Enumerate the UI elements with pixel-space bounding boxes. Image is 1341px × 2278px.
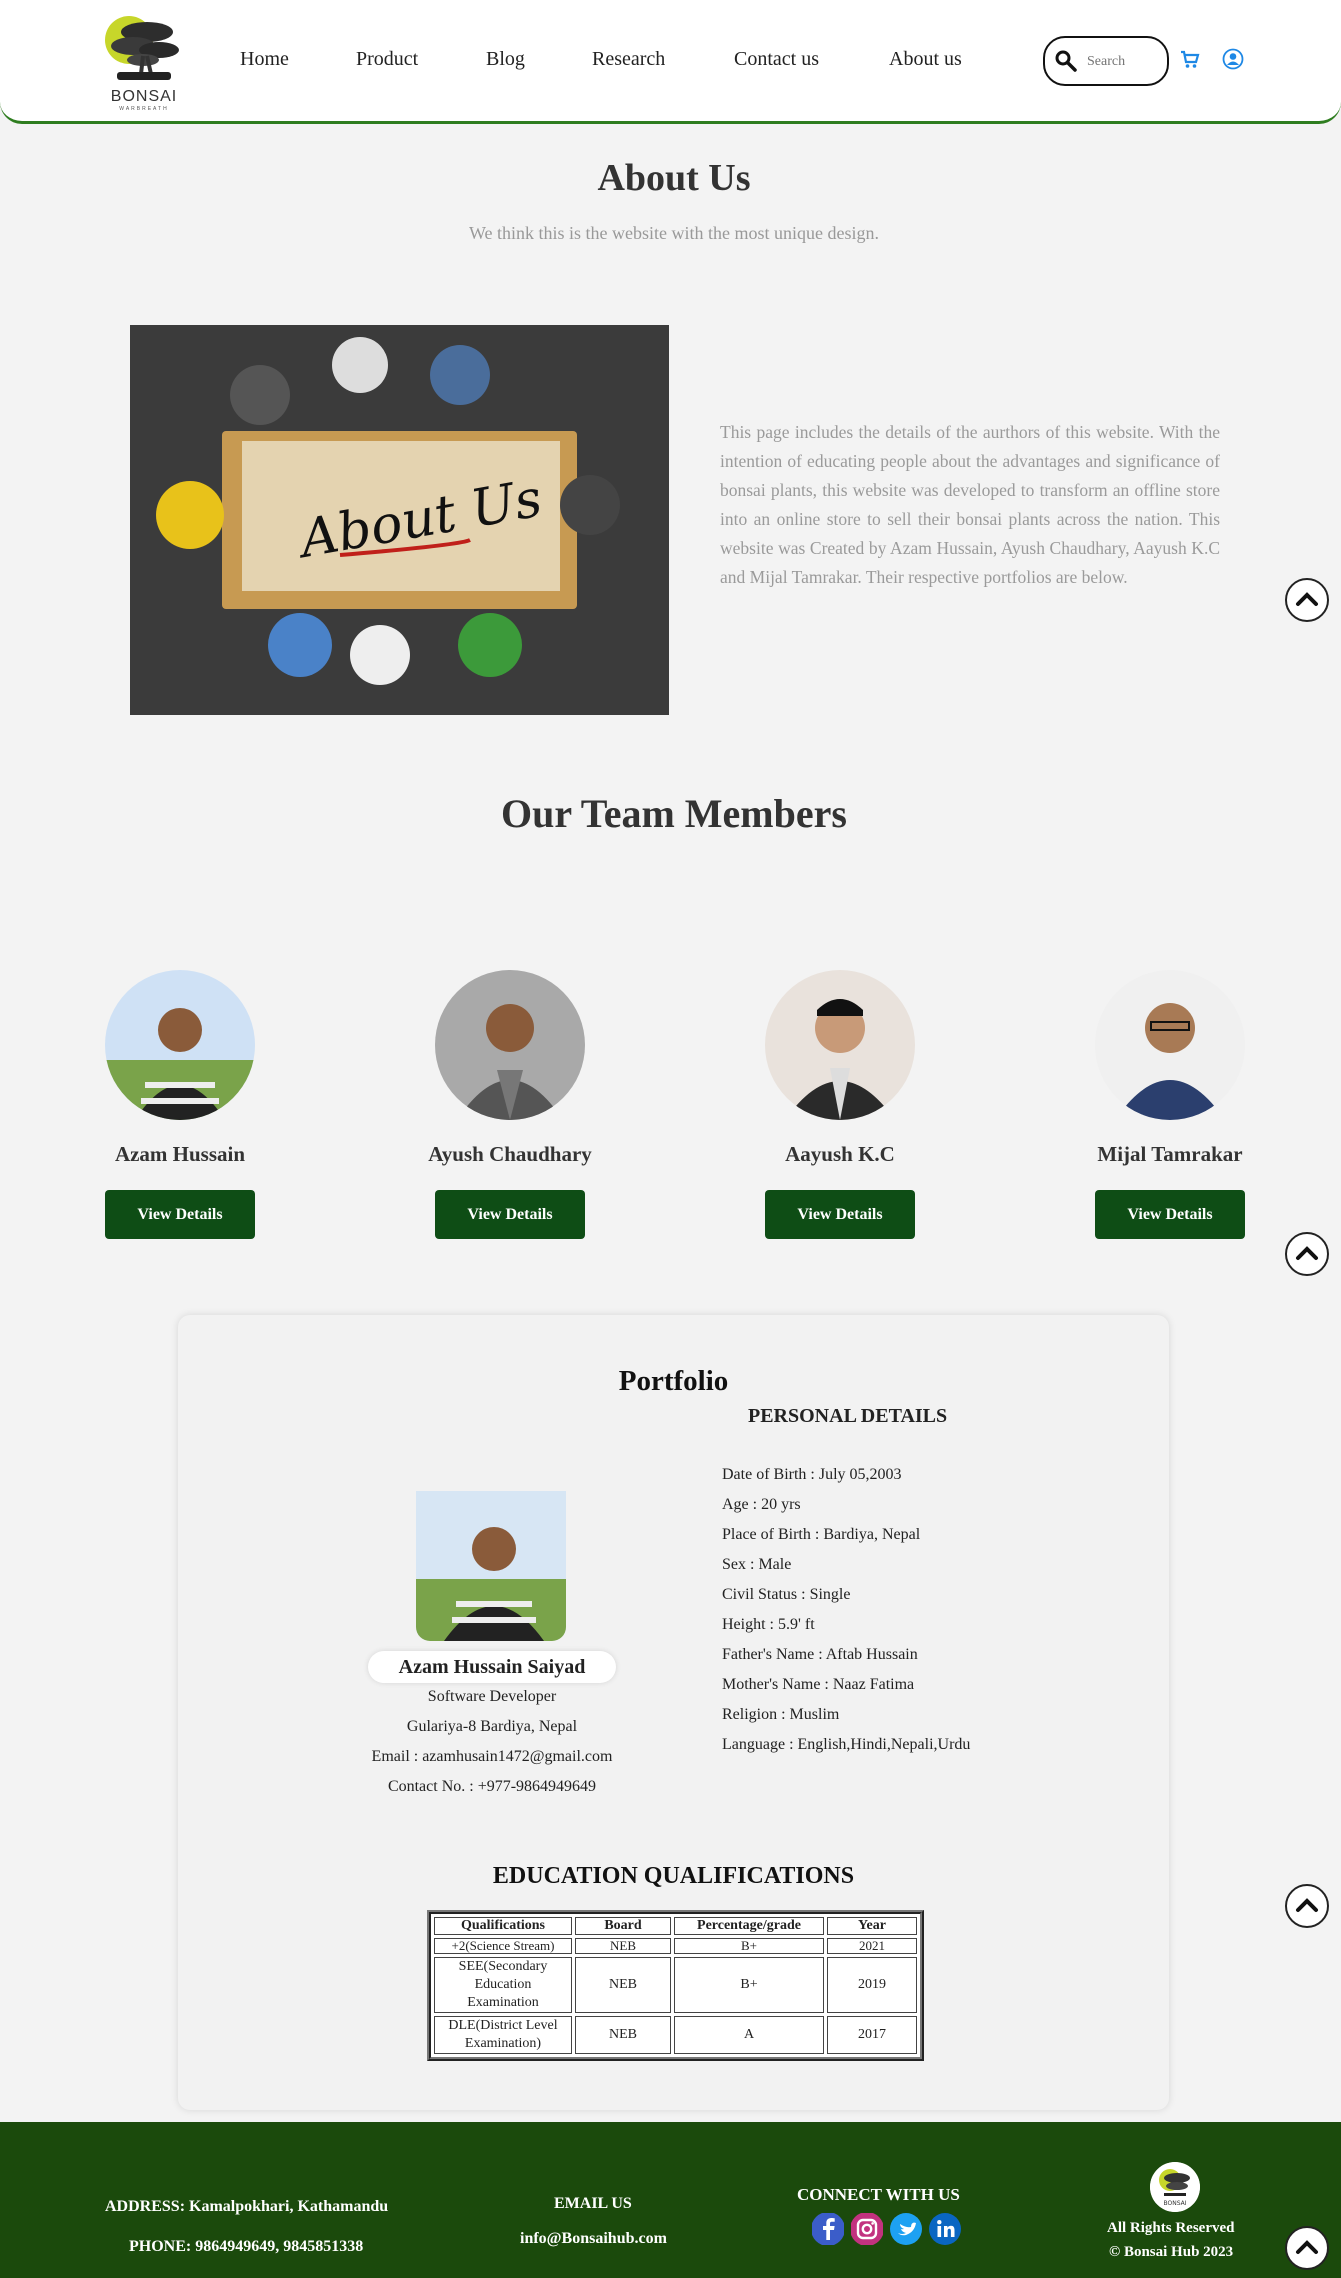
table-cell: 2019	[827, 1957, 917, 2013]
table-row: DLE(District Level Examination) NEB A 20…	[434, 2016, 917, 2054]
facebook-icon[interactable]	[811, 2212, 845, 2246]
portfolio-email: Email : azamhusain1472@gmail.com	[371, 1748, 613, 1765]
chevron-up-icon	[1296, 1898, 1318, 1912]
personal-detail: Sex : Male	[722, 1556, 792, 1573]
footer-email[interactable]: info@Bonsaihub.com	[520, 2230, 667, 2248]
member-name: Mijal Tamrakar	[1097, 1142, 1243, 1166]
view-details-button[interactable]: View Details	[1095, 1190, 1245, 1239]
footer-phone: PHONE: 9864949649, 9845851338	[129, 2238, 364, 2255]
education-table: Qualifications Board Percentage/grade Ye…	[427, 1910, 924, 2061]
personal-detail: Religion : Muslim	[722, 1706, 840, 1723]
chevron-up-icon	[1296, 1246, 1318, 1260]
portfolio-photo	[416, 1491, 566, 1641]
footer-connect-heading: CONNECT WITH US	[797, 2185, 960, 2204]
table-cell: A	[674, 2016, 824, 2054]
scroll-top-button[interactable]	[1285, 2226, 1329, 2270]
brand-name: BONSAI	[110, 88, 178, 105]
personal-detail: Father's Name : Aftab Hussain	[722, 1646, 918, 1663]
avatar	[765, 970, 915, 1120]
view-details-button[interactable]: View Details	[765, 1190, 915, 1239]
table-row: +2(Science Stream) NEB B+ 2021	[434, 1938, 917, 1954]
brand-tagline: WARBREATH	[119, 106, 169, 112]
avatar	[105, 970, 255, 1120]
footer-logo: BONSAI	[1150, 2162, 1200, 2212]
column-header: Qualifications	[434, 1917, 572, 1935]
table-cell: SEE(Secondary Education Examination	[434, 1957, 572, 2013]
nav-home[interactable]: Home	[240, 48, 289, 71]
portfolio-name: Azam Hussain Saiyad	[368, 1651, 616, 1683]
footer-address: ADDRESS: Kamalpokhari, Kathamandu	[105, 2198, 389, 2215]
user-icon[interactable]	[1222, 48, 1244, 70]
nav-research[interactable]: Research	[592, 48, 665, 71]
scroll-top-button[interactable]	[1285, 1232, 1329, 1276]
team-section-title: Our Team Members	[501, 791, 847, 836]
footer-rights: All Rights Reserved	[1107, 2220, 1235, 2236]
page-subtitle: We think this is the website with the mo…	[468, 223, 879, 243]
linkedin-icon[interactable]	[928, 2212, 962, 2246]
personal-detail: Mother's Name : Naaz Fatima	[722, 1676, 915, 1693]
table-row: SEE(Secondary Education Examination NEB …	[434, 1957, 917, 2013]
search-box[interactable]	[1043, 36, 1169, 86]
instagram-icon[interactable]	[850, 2212, 884, 2246]
bonsai-logo[interactable]: BONSAI WARBREATH	[103, 10, 185, 112]
personal-detail: Language : English,Hindi,Nepali,Urdu	[722, 1736, 971, 1753]
search-icon[interactable]	[1055, 50, 1077, 72]
nav-contact-us[interactable]: Contact us	[734, 48, 819, 71]
personal-detail: Place of Birth : Bardiya, Nepal	[722, 1526, 921, 1543]
twitter-icon[interactable]	[889, 2212, 923, 2246]
table-cell: NEB	[575, 2016, 671, 2054]
search-input[interactable]	[1087, 50, 1163, 74]
personal-detail: Date of Birth : July 05,2003	[722, 1466, 902, 1483]
chevron-up-icon	[1296, 2240, 1318, 2254]
footer-logo-text: BONSAI	[1163, 2200, 1186, 2207]
chevron-up-icon	[1296, 592, 1318, 606]
column-header: Year	[827, 1917, 917, 1935]
personal-detail: Age : 20 yrs	[722, 1496, 801, 1513]
portfolio-card: Portfolio PERSONAL DETAILS Azam Hussain …	[178, 1315, 1169, 2110]
table-cell: NEB	[575, 1957, 671, 2013]
table-header-row: Qualifications Board Percentage/grade Ye…	[434, 1917, 917, 1935]
education-heading: EDUCATION QUALIFICATIONS	[492, 1863, 855, 1889]
page-title: About Us	[597, 157, 751, 199]
member-name: Azam Hussain	[114, 1142, 246, 1166]
member-name: Ayush Chaudhary	[428, 1142, 592, 1166]
member-name: Aayush K.C	[785, 1142, 895, 1166]
footer-copyright: © Bonsai Hub 2023	[1109, 2244, 1234, 2260]
site-header: BONSAI WARBREATH Home Product Blog Resea…	[0, 0, 1341, 124]
bonsai-logo-icon	[105, 16, 179, 80]
avatar	[435, 970, 585, 1120]
portfolio-title: Portfolio	[618, 1365, 729, 1397]
avatar	[1095, 970, 1245, 1120]
view-details-button[interactable]: View Details	[105, 1190, 255, 1239]
column-header: Board	[575, 1917, 671, 1935]
portfolio-address: Gulariya-8 Bardiya, Nepal	[406, 1718, 578, 1735]
table-cell: DLE(District Level Examination)	[434, 2016, 572, 2054]
table-cell: B+	[674, 1938, 824, 1954]
personal-detail: Height : 5.9' ft	[722, 1616, 815, 1633]
personal-detail: Civil Status : Single	[722, 1586, 851, 1603]
site-footer: ADDRESS: Kamalpokhari, Kathamandu PHONE:…	[0, 2122, 1341, 2278]
about-us-image: About Us	[130, 325, 669, 715]
personal-details-heading: PERSONAL DETAILS	[748, 1405, 948, 1427]
portfolio-contact: Contact No. : +977-9864949649	[387, 1778, 597, 1795]
table-cell: +2(Science Stream)	[434, 1938, 572, 1954]
nav-blog[interactable]: Blog	[486, 48, 525, 71]
nav-about-us[interactable]: About us	[889, 48, 962, 71]
column-header: Percentage/grade	[674, 1917, 824, 1935]
table-cell: NEB	[575, 1938, 671, 1954]
portfolio-role: Software Developer	[427, 1688, 557, 1705]
view-details-button[interactable]: View Details	[435, 1190, 585, 1239]
scroll-top-button[interactable]	[1285, 1884, 1329, 1928]
cart-icon[interactable]	[1180, 50, 1200, 70]
nav-product[interactable]: Product	[356, 48, 418, 71]
table-cell: 2021	[827, 1938, 917, 1954]
table-cell: B+	[674, 1957, 824, 2013]
about-description: This page includes the details of the au…	[720, 422, 1220, 587]
scroll-top-button[interactable]	[1285, 578, 1329, 622]
table-cell: 2017	[827, 2016, 917, 2054]
footer-email-heading: EMAIL US	[554, 2195, 632, 2212]
